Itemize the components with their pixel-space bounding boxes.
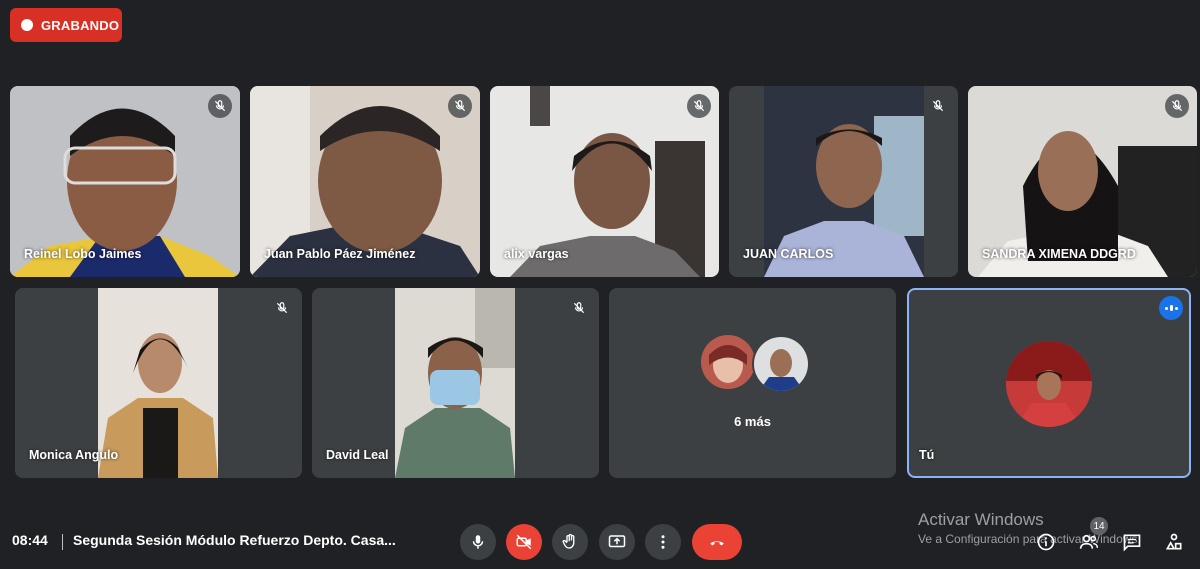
participant-name: JUAN CARLOS [743, 247, 834, 261]
more-options-button[interactable] [645, 524, 681, 560]
present-screen-icon [608, 535, 626, 548]
participant-tile-reinel[interactable]: Reinel Lobo Jaimes [10, 86, 240, 277]
avatar [1006, 341, 1092, 427]
recording-label: GRABANDO [41, 17, 120, 33]
participant-tile-david[interactable]: David Leal [312, 288, 599, 478]
mic-off-icon [687, 94, 711, 118]
participant-name: SANDRA XIMENA DDGRD [982, 247, 1136, 261]
self-label: Tú [919, 448, 935, 462]
participant-name: alix vargas [504, 247, 569, 261]
recording-badge: GRABANDO [10, 8, 122, 42]
activation-watermark-subtitle: Ve a Configuración para activar Windows. [918, 532, 1141, 546]
mic-off-icon [1165, 94, 1189, 118]
call-end-icon [710, 541, 724, 546]
mic-off-icon [208, 94, 232, 118]
avatar [701, 335, 755, 389]
participant-video [395, 288, 515, 478]
self-tile[interactable]: Tú [907, 288, 1191, 478]
participant-tile-monica[interactable]: Monica Angulo [15, 288, 302, 478]
meeting-time: 08:44 [12, 532, 48, 548]
record-dot-icon [21, 19, 33, 31]
participant-tile-alix[interactable]: alix vargas [490, 86, 719, 277]
present-button[interactable] [599, 524, 635, 560]
participant-name: Monica Angulo [29, 448, 119, 462]
more-participants-label: 6 más [734, 414, 771, 429]
chat-icon [1123, 534, 1141, 552]
mic-icon [472, 535, 484, 549]
raise-hand-icon [562, 533, 575, 549]
divider [62, 534, 63, 550]
mic-button[interactable] [460, 524, 496, 560]
mic-off-icon [448, 94, 472, 118]
participant-tile-juan-pablo[interactable]: Juan Pablo Páez Jiménez [250, 86, 480, 277]
mic-off-icon [567, 296, 591, 320]
activities-button[interactable] [1161, 530, 1187, 554]
info-button[interactable] [1033, 530, 1059, 554]
raise-hand-button[interactable] [552, 524, 588, 560]
info-icon [1037, 533, 1055, 551]
participant-tile-juan-carlos[interactable]: JUAN CARLOS [729, 86, 958, 277]
people-icon [1079, 534, 1099, 549]
speaking-indicator-icon [1159, 296, 1183, 320]
more-vert-icon [661, 535, 665, 549]
participant-name: David Leal [326, 448, 389, 462]
mic-off-icon [926, 94, 950, 118]
meeting-title: Segunda Sesión Módulo Refuerzo Depto. Ca… [73, 532, 396, 548]
videocam-off-icon [516, 534, 532, 550]
more-participants-tile[interactable]: 6 más [609, 288, 896, 478]
end-call-button[interactable] [692, 524, 742, 560]
participant-tile-sandra[interactable]: SANDRA XIMENA DDGRD [968, 86, 1197, 277]
camera-button[interactable] [506, 524, 542, 560]
participants-count-badge: 14 [1090, 517, 1108, 535]
mic-off-icon [270, 296, 294, 320]
activities-icon [1165, 533, 1182, 550]
video-feed [395, 288, 515, 478]
avatar [752, 335, 810, 393]
participant-name: Juan Pablo Páez Jiménez [264, 247, 416, 261]
chat-button[interactable] [1119, 530, 1145, 554]
activation-watermark-title: Activar Windows [918, 510, 1044, 529]
participant-name: Reinel Lobo Jaimes [24, 247, 142, 261]
